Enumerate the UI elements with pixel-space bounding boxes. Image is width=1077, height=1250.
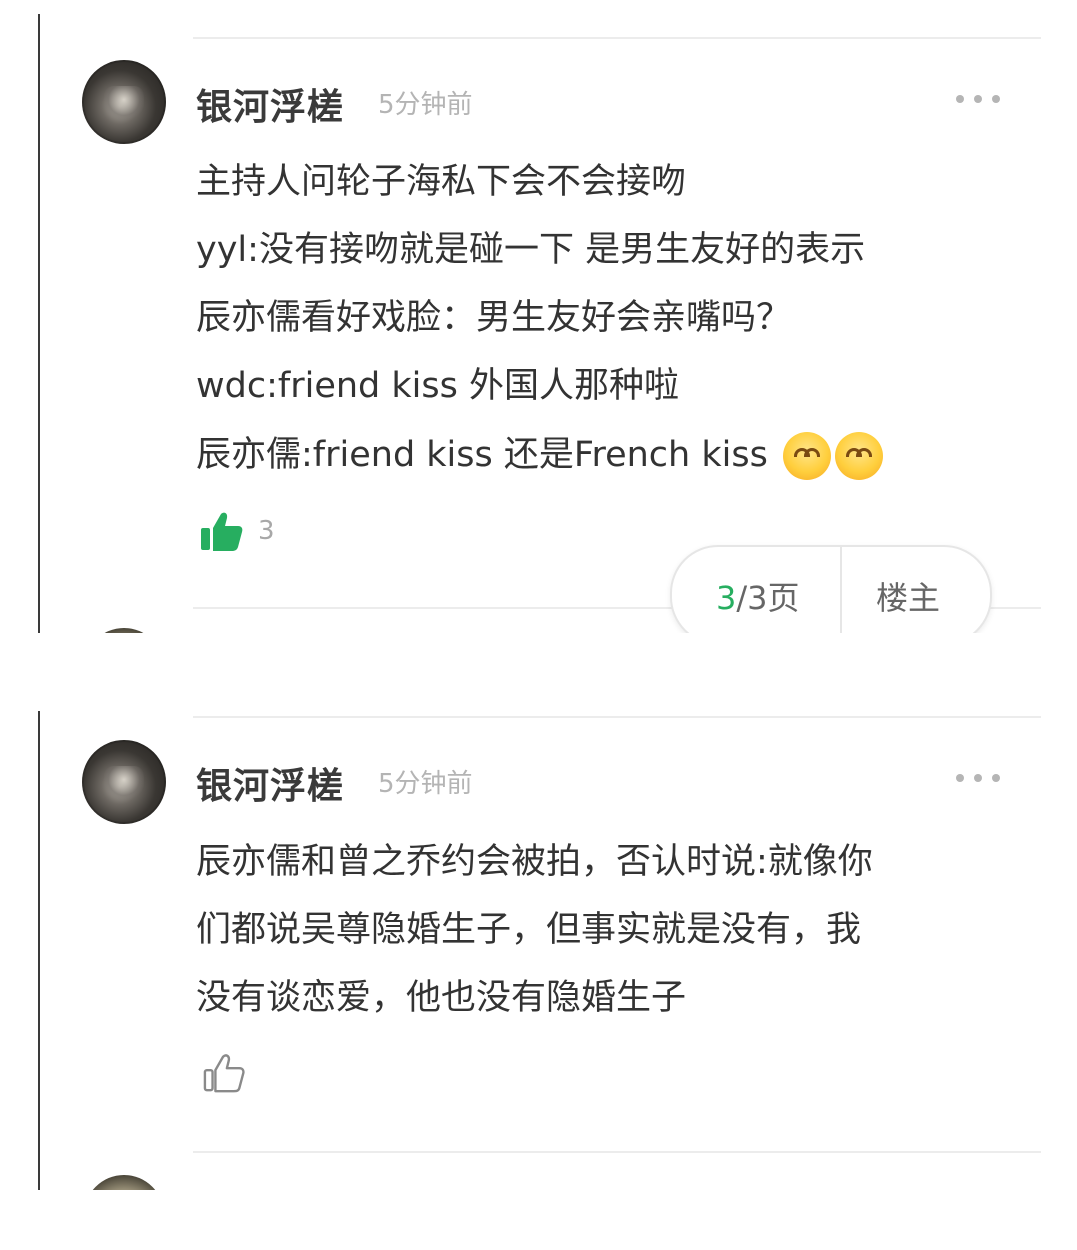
- comment-line: yyl:没有接吻就是碰一下 是男生友好的表示: [196, 230, 866, 270]
- divider-vertical: [38, 14, 40, 633]
- divider-top: [193, 716, 1041, 718]
- avatar-peek: [84, 1175, 164, 1190]
- comment-panel-1: 银河浮槎 5分钟前 主持人问轮子海私下会不会接吻 yyl:没有接吻就是碰一下 是…: [0, 0, 1077, 633]
- owner-only-button[interactable]: 楼主: [876, 573, 940, 619]
- username[interactable]: 银河浮槎: [196, 757, 344, 809]
- hug-emoji-icon: [782, 432, 831, 480]
- divider-bottom: [193, 1151, 1041, 1153]
- pager-divider: [840, 547, 842, 633]
- thumbs-up-outline-icon[interactable]: [203, 1052, 245, 1094]
- like-count: 3: [258, 516, 275, 546]
- bottom-strip: [0, 1190, 1077, 1250]
- post-time: 5分钟前: [378, 90, 473, 120]
- comment-line: 辰亦儒看好戏脸：男生友好会亲嘴吗？: [196, 298, 792, 338]
- avatar[interactable]: [82, 60, 166, 144]
- divider-top: [193, 37, 1041, 39]
- comment-panel-2: 银河浮槎 5分钟前 辰亦儒和曾之乔约会被拍，否认时说:就像你 们都说吴尊隐婚生子…: [0, 705, 1077, 1190]
- thumbs-up-filled-icon[interactable]: [200, 510, 244, 552]
- comment-line: 没有谈恋爱，他也没有隐婚生子: [196, 978, 687, 1018]
- gap: [0, 633, 1077, 705]
- more-options-icon[interactable]: [956, 93, 1000, 105]
- total-pages: /3页: [736, 579, 800, 617]
- comment-line-with-emoji: 辰亦儒:friend kiss 还是French kiss: [196, 432, 883, 480]
- comment-line: wdc:friend kiss 外国人那种啦: [196, 366, 679, 406]
- pagination-pill: 3/3页 楼主: [670, 545, 992, 633]
- comment-line-text: 辰亦儒:friend kiss 还是French kiss: [196, 435, 768, 475]
- current-page: 3: [716, 579, 737, 617]
- hug-emoji-icon: [834, 432, 883, 480]
- comment-line: 辰亦儒和曾之乔约会被拍，否认时说:就像你: [196, 842, 873, 882]
- comment-line: 们都说吴尊隐婚生子，但事实就是没有，我: [196, 910, 862, 950]
- page-indicator[interactable]: 3/3页: [716, 573, 800, 619]
- post-time: 5分钟前: [378, 769, 473, 799]
- divider-vertical: [38, 711, 40, 1190]
- username[interactable]: 银河浮槎: [196, 78, 344, 130]
- comment-line: 主持人问轮子海私下会不会接吻: [196, 162, 687, 202]
- avatar[interactable]: [82, 740, 166, 824]
- more-options-icon[interactable]: [956, 772, 1000, 784]
